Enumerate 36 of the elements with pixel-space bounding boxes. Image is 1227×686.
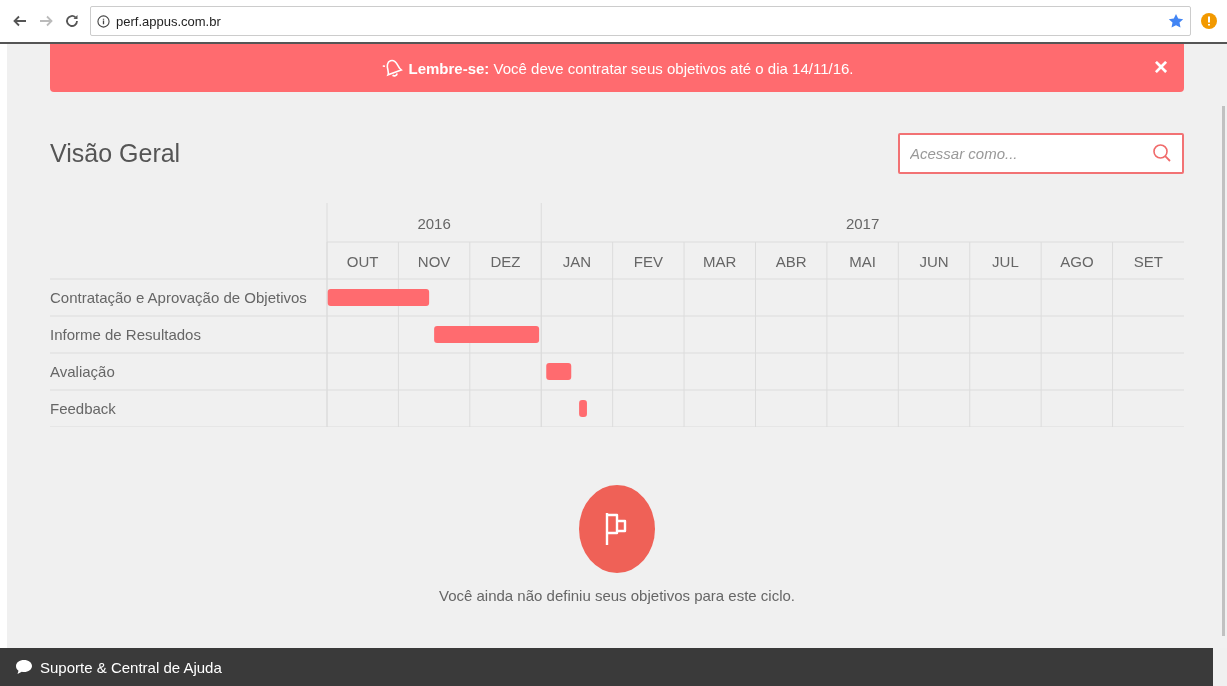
phase-label: Avaliação (50, 362, 115, 380)
month-label: JAN (562, 252, 592, 270)
page-title: Visão Geral (50, 139, 181, 168)
back-icon[interactable] (12, 13, 28, 29)
month-label: SET (1133, 252, 1163, 270)
month-label: JUN (919, 252, 949, 270)
bell-icon (380, 57, 403, 79)
alert-text: Lembre-se: Você deve contratar seus objetivos até o dia 14/11/16. (408, 59, 854, 77)
gantt-bar (579, 400, 587, 417)
forward-icon[interactable] (38, 13, 54, 29)
help-link[interactable]: Suporte & Central de Ajuda (40, 658, 222, 676)
search-icon[interactable] (1152, 143, 1172, 163)
month-label: NOV (417, 252, 451, 270)
info-icon (97, 14, 110, 28)
chat-bubble-icon (15, 659, 33, 675)
month-label: AGO (1060, 252, 1094, 270)
year-label: 2017 (845, 214, 880, 232)
warning-icon[interactable] (1201, 13, 1217, 29)
month-label: ABR (775, 252, 807, 270)
month-label: OUT (346, 252, 379, 270)
gantt-bar (546, 363, 572, 380)
flag-icon (579, 485, 655, 573)
month-label: MAR (703, 252, 737, 270)
reload-icon[interactable] (64, 13, 80, 29)
phase-label: Contratação e Aprovação de Objetivos (50, 288, 307, 306)
month-label: MAI (849, 252, 876, 270)
star-icon[interactable] (1168, 13, 1184, 29)
month-label: DEZ (490, 252, 521, 270)
month-label: JUL (992, 252, 1019, 270)
empty-message: Você ainda não definiu seus objetivos para este ciclo. (438, 587, 796, 604)
year-label: 2016 (417, 214, 451, 232)
search-field[interactable]: Acessar como... (898, 133, 1184, 174)
address-bar[interactable]: perf.appus.com.br (90, 6, 1191, 36)
phase-label: Feedback (50, 399, 116, 417)
month-label: FEV (633, 252, 663, 270)
phase-label: Informe de Resultados (50, 325, 201, 343)
